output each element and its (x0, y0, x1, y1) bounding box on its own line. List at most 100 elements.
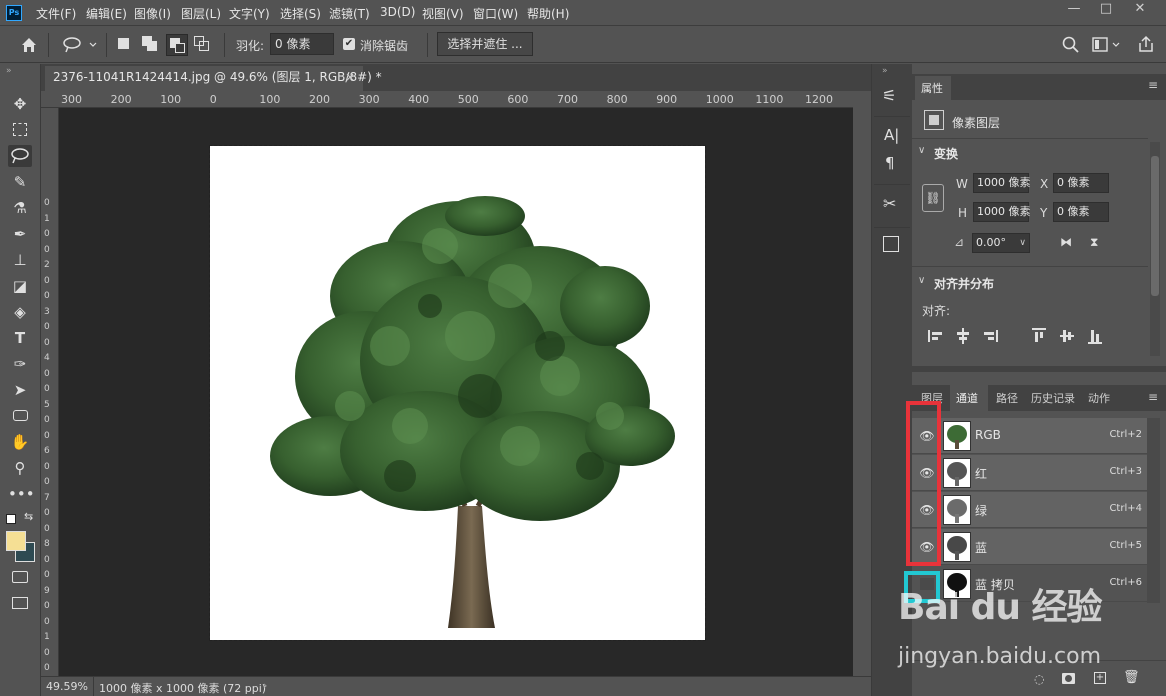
menu-filter[interactable]: 滤镜(T) (329, 5, 370, 22)
status-menu-icon[interactable]: › (263, 679, 267, 692)
eraser-tool-icon[interactable]: ◪ (8, 275, 32, 297)
menu-select[interactable]: 选择(S) (280, 5, 321, 22)
menu-help[interactable]: 帮助(H) (527, 5, 569, 22)
move-tool-icon[interactable]: ✥ (8, 93, 32, 115)
align-top-icon[interactable] (1032, 328, 1046, 344)
channel-row-red[interactable]: 👁 红 Ctrl+3 (912, 455, 1147, 491)
tab-paths[interactable]: 路径 (996, 390, 1018, 406)
properties-menu-icon[interactable]: ≡ (1148, 78, 1158, 92)
width-input[interactable]: 1000 像素 (973, 173, 1031, 193)
flip-horizontal-icon[interactable]: ⧓ (1060, 235, 1072, 249)
type-tool-icon[interactable]: T (8, 327, 32, 349)
height-input[interactable]: 1000 像素 (973, 202, 1031, 222)
select-and-mask-button[interactable]: 选择并遮住 ... (437, 32, 533, 56)
align-bottom-icon[interactable] (1088, 328, 1102, 344)
eyedropper-tool-icon[interactable]: ⚗ (8, 197, 32, 219)
quick-selection-tool-icon[interactable]: ✎ (8, 171, 32, 193)
layer-type-label: 像素图层 (952, 116, 1001, 130)
add-to-selection-icon[interactable] (142, 36, 162, 54)
canvas-scrollbar[interactable] (853, 108, 871, 676)
menu-image[interactable]: 图像(I) (134, 5, 171, 22)
x-input[interactable]: 0 像素 (1053, 173, 1109, 193)
flip-vertical-icon[interactable]: ⧗ (1090, 235, 1098, 250)
align-vertical-center-icon[interactable] (1060, 328, 1074, 344)
angle-input[interactable]: 0.00° ∨ (972, 233, 1030, 253)
character-panel-icon[interactable]: A| (884, 126, 899, 144)
close-button[interactable]: ✕ (1124, 0, 1156, 20)
expand-panels-icon[interactable]: » (882, 66, 888, 76)
channel-name: RGB (975, 428, 1001, 442)
feather-input[interactable]: 0 像素 (270, 33, 334, 55)
properties-scrollbar[interactable] (1150, 142, 1160, 356)
brush-tool-icon[interactable]: ✒ (8, 223, 32, 245)
antialias-checkbox[interactable]: ✔ (343, 38, 355, 50)
pen-tool-icon[interactable]: ✑ (8, 353, 32, 375)
menu-layer[interactable]: 图层(L) (181, 5, 221, 22)
subtract-from-selection-icon[interactable] (166, 34, 188, 56)
channel-row-rgb[interactable]: 👁 RGB Ctrl+2 (912, 418, 1147, 454)
y-input[interactable]: 0 像素 (1053, 202, 1109, 222)
more-tools-icon[interactable]: ••• (8, 483, 35, 505)
menu-type[interactable]: 文字(Y) (229, 5, 270, 22)
stamp-tool-icon[interactable]: ⊥ (8, 249, 32, 271)
channel-row-blue[interactable]: 👁 蓝 Ctrl+5 (912, 529, 1147, 565)
tab-channels[interactable]: 通道 (956, 390, 978, 406)
foreground-color-swatch[interactable] (6, 531, 26, 551)
home-icon[interactable] (20, 36, 38, 54)
path-selection-tool-icon[interactable]: ➤ (8, 379, 32, 401)
hand-tool-icon[interactable]: ✋ (8, 431, 32, 453)
ruler-tick-label: 0 (44, 198, 50, 208)
transform-collapse-icon[interactable]: ∨ (918, 145, 925, 156)
tool-presets-icon[interactable]: ✂ (883, 194, 896, 213)
screen-mode-icon[interactable] (8, 592, 32, 614)
quick-mask-icon[interactable] (8, 566, 32, 588)
zoom-tool-icon[interactable]: ⚲ (8, 457, 32, 479)
minimize-button[interactable]: — (1058, 0, 1090, 20)
document-canvas[interactable] (209, 145, 706, 641)
collapse-toolbar-icon[interactable]: » (6, 66, 12, 76)
channels-scrollbar[interactable] (1147, 418, 1160, 603)
lasso-tool-icon[interactable] (8, 145, 32, 167)
shape-tool-icon[interactable] (8, 405, 32, 427)
align-left-icon[interactable] (928, 330, 942, 342)
align-collapse-icon[interactable]: ∨ (918, 275, 925, 286)
lasso-tool-preset-icon[interactable] (62, 36, 98, 54)
share-icon[interactable] (1137, 35, 1155, 53)
search-icon[interactable] (1062, 36, 1080, 54)
angle-dropdown-icon[interactable]: ∨ (1019, 234, 1026, 252)
channel-name: 蓝 (975, 541, 988, 555)
document-tab[interactable]: 2376-11041R1424414.jpg @ 49.6% (图层 1, RG… (45, 66, 382, 91)
menu-file[interactable]: 文件(F) (36, 5, 76, 22)
channels-menu-icon[interactable]: ≡ (1148, 390, 1158, 404)
paragraph-panel-icon[interactable]: ¶ (885, 154, 895, 172)
menu-3d[interactable]: 3D(D) (380, 5, 415, 19)
align-horizontal-center-icon[interactable] (956, 328, 970, 344)
link-dimensions-icon[interactable]: ⛓ (922, 184, 944, 212)
maximize-button[interactable]: □ (1090, 0, 1122, 20)
paint-bucket-tool-icon[interactable]: ◈ (8, 301, 32, 323)
swatches-panel-icon[interactable] (883, 236, 899, 252)
align-right-icon[interactable] (984, 330, 998, 342)
tab-properties[interactable]: 属性 (921, 80, 943, 96)
new-selection-icon[interactable] (118, 38, 129, 49)
new-channel-icon[interactable]: + (1094, 672, 1106, 684)
marquee-tool-icon[interactable] (8, 119, 32, 141)
zoom-level[interactable]: 49.59% (46, 680, 88, 693)
default-colors-icon[interactable] (6, 514, 16, 524)
menu-edit[interactable]: 编辑(E) (86, 5, 127, 22)
close-tab-icon[interactable]: × (345, 66, 355, 88)
delete-channel-icon[interactable]: 🗑 (1123, 670, 1140, 685)
intersect-selection-icon[interactable] (194, 36, 214, 54)
menu-view[interactable]: 视图(V) (422, 5, 464, 22)
swap-colors-icon[interactable]: ⇆ (24, 510, 33, 523)
brush-settings-icon[interactable]: ⚟ (882, 86, 896, 105)
ruler-tick-label: 0 (209, 93, 217, 106)
tab-history[interactable]: 历史记录 (1031, 390, 1075, 406)
tab-actions[interactable]: 动作 (1088, 390, 1110, 406)
menu-window[interactable]: 窗口(W) (473, 5, 518, 22)
width-label: W (956, 177, 968, 191)
save-selection-channel-icon[interactable] (1062, 673, 1075, 684)
channel-row-green[interactable]: 👁 绿 Ctrl+4 (912, 492, 1147, 528)
load-channel-selection-icon[interactable]: ◌ (1034, 672, 1044, 686)
workspace-icon[interactable] (1092, 36, 1122, 54)
